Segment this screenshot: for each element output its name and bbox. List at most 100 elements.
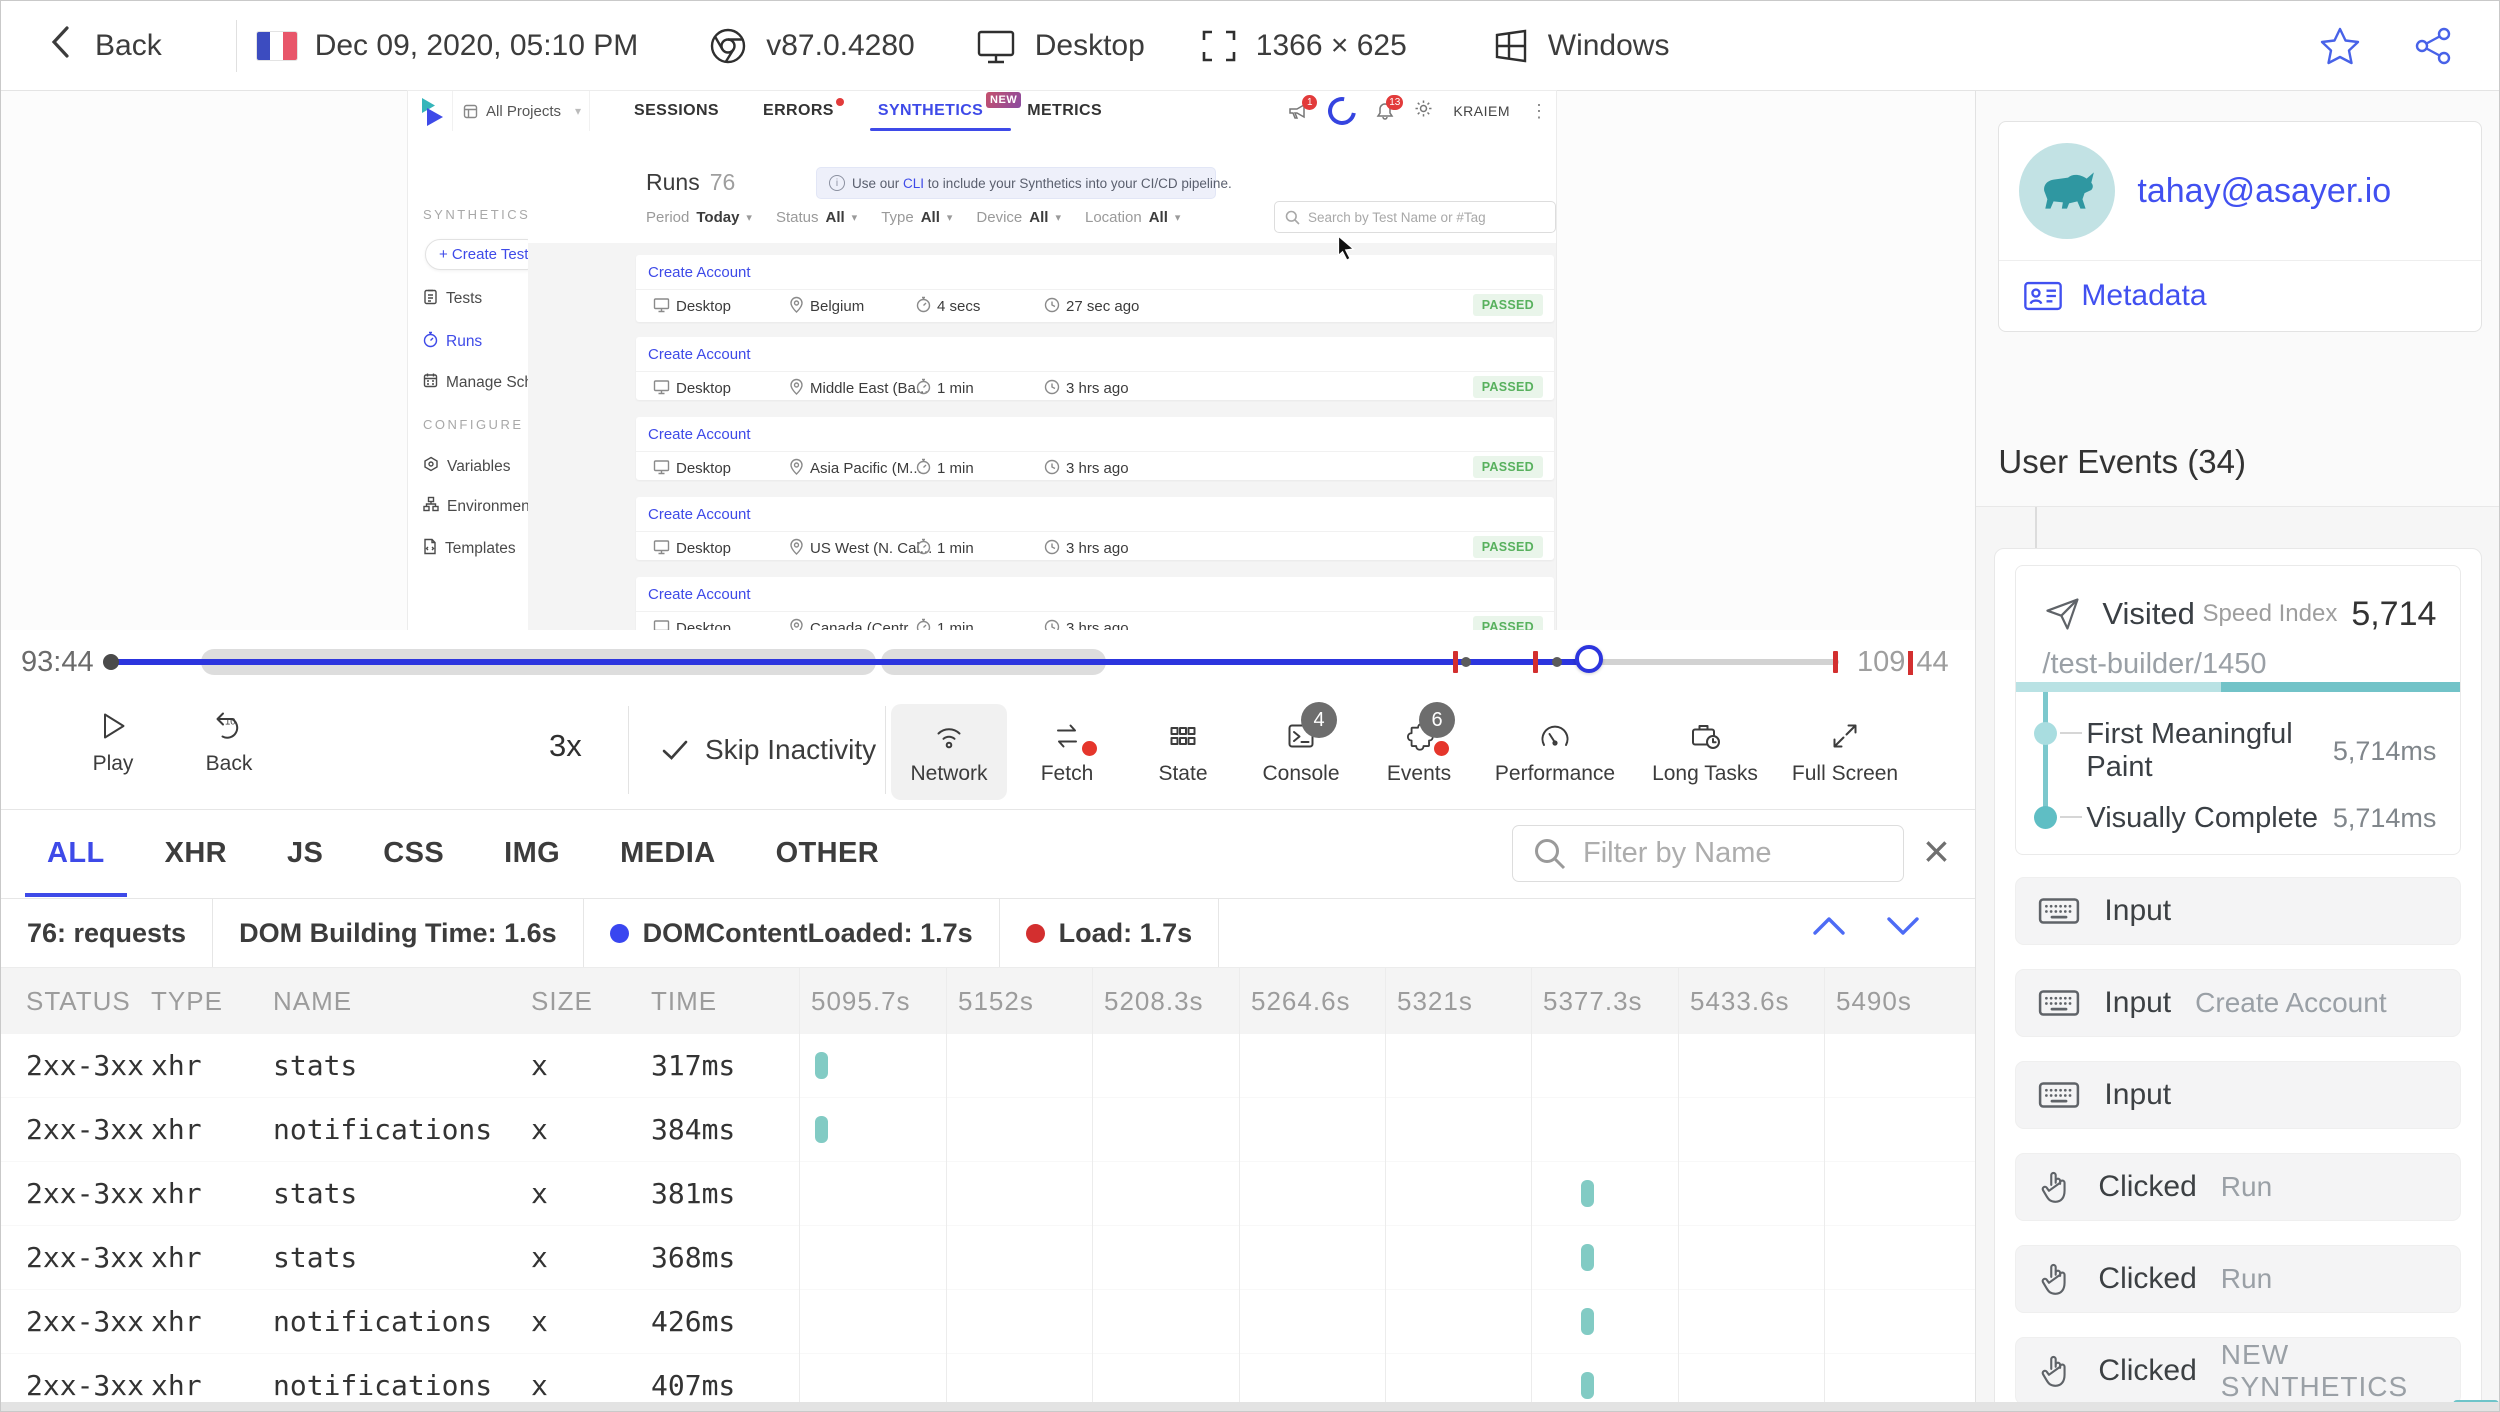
sidebar-item-tests: Tests <box>423 288 482 310</box>
date-label: Dec 09, 2020, 05:10 PM <box>314 28 639 62</box>
panel-long-tasks[interactable]: Long Tasks <box>1647 704 1763 800</box>
grid-line <box>946 968 947 1411</box>
run-card: Create Account Desktop Asia Pacific (M..… <box>636 417 1554 480</box>
timeline-track[interactable] <box>103 630 1839 694</box>
request-time: 317ms <box>651 1049 736 1082</box>
sidebar-item-environments: Environments <box>423 496 542 517</box>
console-icon: 4 <box>1283 702 1337 754</box>
network-request-row[interactable]: 2xx-3xx xhr stats x 381ms <box>1 1162 1976 1226</box>
sidebar-item-runs: Runs <box>423 331 482 353</box>
column-header-size: SIZE <box>531 985 593 1016</box>
network-request-row[interactable]: 2xx-3xx xhr notifications x 384ms <box>1 1098 1976 1162</box>
clicked-event-card[interactable]: Clicked NEW SYNTHETICS <box>2015 1337 2462 1404</box>
network-tab-js[interactable]: JS <box>287 810 323 897</box>
user-events-list: Visited Speed Index 5,714 /test-builder/… <box>1976 506 2499 1404</box>
input-event-card[interactable]: Input <box>2015 1061 2462 1129</box>
replayed-app-nav: All Projects ▾ SESSIONS ERRORS SYNTHETICS N… <box>408 91 1556 132</box>
count-badge: 6 <box>1419 702 1455 738</box>
network-tab-xhr[interactable]: XHR <box>165 810 227 897</box>
loading-spinner-icon <box>1322 91 1362 131</box>
request-waterfall-bar <box>1581 1180 1594 1207</box>
avatar <box>2019 143 2116 239</box>
player-controls: Play 10 Back 3x Skip Inactivity Network Fet… <box>1 694 1976 809</box>
keyboard-icon <box>2038 987 2080 1019</box>
metric-tick <box>2060 732 2083 734</box>
network-tab-all[interactable]: ALL <box>25 810 126 897</box>
metadata-button[interactable]: Metadata <box>1999 261 2481 331</box>
session-sidebar: tahay@asayer.io Metadata User Events (34… <box>1975 91 2499 1411</box>
os-label: Windows <box>1547 28 1670 62</box>
check-icon <box>662 740 688 760</box>
search-icon <box>1535 838 1566 869</box>
hand-icon <box>2038 1260 2074 1298</box>
speed-index-label: Speed Index <box>2202 600 2338 627</box>
network-tab-media[interactable]: MEDIA <box>620 810 715 897</box>
jump-up-button[interactable] <box>1809 913 1849 944</box>
fetch-icon <box>1049 718 1097 756</box>
clicked-event-card[interactable]: Clicked Run <box>2015 1245 2462 1313</box>
metric-row: First Meaningful Paint 5,714ms <box>2086 718 2437 783</box>
panel-network[interactable]: Network <box>891 704 1007 800</box>
run-test-name: Create Account <box>636 255 1554 290</box>
panel-console[interactable]: 4 Console <box>1243 702 1359 800</box>
request-size: x <box>531 1049 548 1082</box>
close-panel-button[interactable]: × <box>1923 828 1950 874</box>
location-pin-icon <box>789 538 804 559</box>
visited-progress-bar <box>2016 682 2461 692</box>
network-tab-img[interactable]: IMG <box>504 810 560 897</box>
favorite-star-icon[interactable] <box>2319 26 2361 66</box>
time-column-header: 5095.7s <box>811 985 911 1016</box>
run-detail-row: Desktop Asia Pacific (M... 1 min 3 hrs a… <box>636 452 1554 480</box>
request-name: stats <box>273 1049 358 1082</box>
network-request-row[interactable]: 2xx-3xx xhr notifications x 426ms <box>1 1290 1976 1354</box>
input-event-card[interactable]: Input Create Account <box>2015 969 2462 1037</box>
network-request-row[interactable]: 2xx-3xx xhr stats x 317ms <box>1 1034 1976 1098</box>
panel-state[interactable]: State <box>1125 704 1241 800</box>
event-marker <box>1453 651 1458 673</box>
network-tab-other[interactable]: OTHER <box>776 810 880 897</box>
app-tab-sessions: SESSIONS <box>634 102 720 119</box>
filter-input[interactable]: Filter by Name <box>1512 825 1904 882</box>
panel-performance[interactable]: Performance <box>1495 704 1615 800</box>
hexagon-icon <box>423 456 439 477</box>
sidebar-item-variables: Variables <box>423 456 510 477</box>
monitor-icon <box>975 26 1017 66</box>
event-marker <box>1533 651 1538 673</box>
browser-info: v87.0.4280 <box>708 26 915 66</box>
visited-event-card[interactable]: Visited Speed Index 5,714 /test-builder/… <box>2015 565 2462 855</box>
back10-icon: 10 <box>211 708 247 744</box>
clock-icon <box>1044 539 1060 559</box>
run-test-name: Create Account <box>636 497 1554 532</box>
timeline-scrubber-handle[interactable] <box>1575 645 1603 673</box>
info-icon: i <box>829 175 845 191</box>
panel-events[interactable]: 6 Events <box>1361 702 1477 800</box>
share-icon[interactable] <box>2413 26 2453 66</box>
input-event-card[interactable]: Input <box>2015 877 2462 945</box>
back-button[interactable]: 10 Back <box>174 708 284 776</box>
speed-button[interactable]: 3x <box>549 728 582 764</box>
time-column-header: 5152s <box>958 985 1034 1016</box>
time-column-header: 5377.3s <box>1543 985 1643 1016</box>
longtasks-icon <box>1687 718 1723 754</box>
skip-inactivity-toggle[interactable]: Skip Inactivity <box>661 734 876 766</box>
user-email-link[interactable]: tahay@asayer.io <box>2137 172 2391 211</box>
stopwatch-icon <box>916 296 931 317</box>
request-size: x <box>531 1177 548 1210</box>
network-request-row[interactable]: 2xx-3xx xhr stats x 368ms <box>1 1226 1976 1290</box>
play-button[interactable]: Play <box>58 708 168 776</box>
filter-status: Status All ▾ <box>775 209 858 226</box>
timeline-remaining <box>1591 659 1839 665</box>
state-icon <box>1165 718 1201 754</box>
jump-down-button[interactable] <box>1883 913 1923 944</box>
back-button[interactable]: Back <box>47 23 162 69</box>
panel-fetch[interactable]: Fetch <box>1009 704 1125 800</box>
device-label: Desktop <box>1034 28 1145 62</box>
clicked-event-card[interactable]: Clicked Run <box>2015 1153 2462 1221</box>
metric-dot-icon <box>2034 806 2058 829</box>
panel-full-screen[interactable]: Full Screen <box>1787 704 1903 800</box>
network-tab-css[interactable]: CSS <box>383 810 444 897</box>
resolution-label: 1366 × 625 <box>1255 28 1407 62</box>
request-waterfall-bar <box>1581 1308 1594 1335</box>
location-pin-icon <box>789 618 804 630</box>
monitor-icon <box>653 297 670 317</box>
